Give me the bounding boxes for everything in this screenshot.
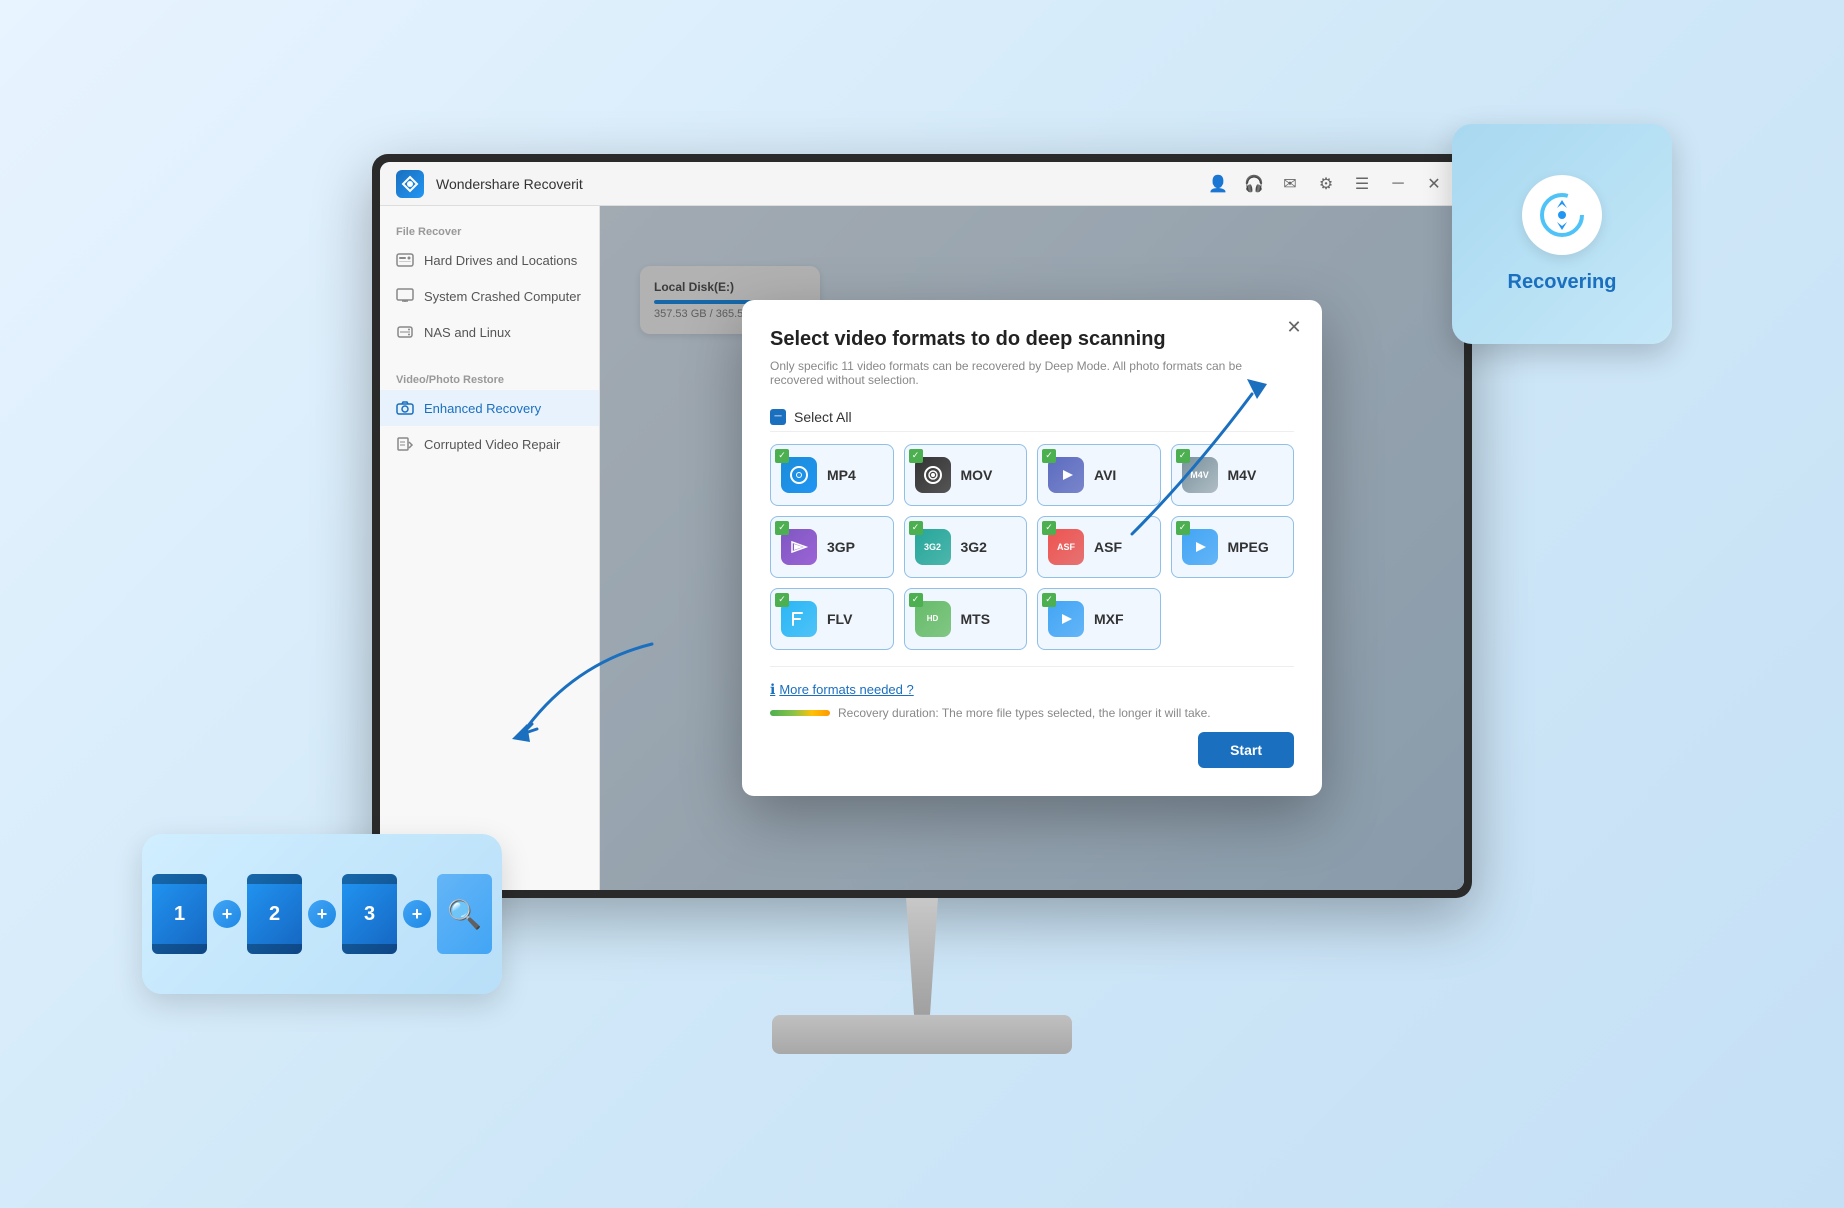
sidebar-item-corrupted-video[interactable]: Corrupted Video Repair bbox=[380, 426, 599, 462]
format-card-mxf[interactable]: ✓ MXF bbox=[1037, 588, 1161, 650]
format-label-3gp: 3GP bbox=[827, 539, 855, 555]
dialog-actions: Start bbox=[770, 732, 1294, 768]
nas-icon bbox=[396, 323, 414, 341]
monitor-stand-neck bbox=[882, 898, 962, 1015]
format-check-avi: ✓ bbox=[1042, 449, 1056, 463]
title-bar-controls: 👤 🎧 ✉ ⚙ ☰ ─ ✕ bbox=[1204, 170, 1448, 198]
format-card-mp4[interactable]: ✓ MP4 bbox=[770, 444, 894, 506]
format-card-m4v[interactable]: ✓ M4V M4V bbox=[1171, 444, 1295, 506]
title-bar: Wondershare Recoverit 👤 🎧 ✉ ⚙ ☰ ─ ✕ bbox=[380, 162, 1464, 206]
duration-bar bbox=[770, 710, 830, 716]
camera-icon bbox=[396, 399, 414, 417]
film-search: 🔍 bbox=[437, 874, 492, 954]
minimize-icon[interactable]: ─ bbox=[1384, 170, 1412, 198]
mail-icon[interactable]: ✉ bbox=[1276, 170, 1304, 198]
app-body: File Recover Hard Drives and Locations bbox=[380, 206, 1464, 890]
main-area: Local Disk(E:) 357.53 GB / 365.51 GB ✕ bbox=[600, 206, 1464, 890]
sidebar-item-enhanced-recovery[interactable]: Enhanced Recovery bbox=[380, 390, 599, 426]
dialog-footer: ℹ More formats needed ? Recovery duratio… bbox=[770, 666, 1294, 768]
format-card-3g2[interactable]: ✓ 3G2 3G2 bbox=[904, 516, 1028, 578]
file-recover-section-label: File Recover bbox=[380, 218, 599, 242]
sidebar: File Recover Hard Drives and Locations bbox=[380, 206, 600, 890]
menu-icon[interactable]: ☰ bbox=[1348, 170, 1376, 198]
select-all-label: Select All bbox=[794, 409, 852, 425]
format-label-asf: ASF bbox=[1094, 539, 1122, 555]
monitor-stand-base bbox=[772, 1015, 1072, 1054]
hdd-icon bbox=[396, 251, 414, 269]
format-check-asf: ✓ bbox=[1042, 521, 1056, 535]
dialog-close-button[interactable]: ✕ bbox=[1280, 314, 1308, 342]
recovering-label: Recovering bbox=[1508, 271, 1617, 294]
close-icon[interactable]: ✕ bbox=[1420, 170, 1448, 198]
film-frame-2: 2 bbox=[247, 874, 302, 954]
sidebar-item-system-crashed[interactable]: System Crashed Computer bbox=[380, 278, 599, 314]
format-label-mxf: MXF bbox=[1094, 611, 1124, 627]
repair-icon bbox=[396, 435, 414, 453]
app-title: Wondershare Recoverit bbox=[436, 176, 1192, 192]
format-card-mts[interactable]: ✓ HD MTS bbox=[904, 588, 1028, 650]
format-label-mts: MTS bbox=[961, 611, 991, 627]
monitor-screen-wrapper: Wondershare Recoverit 👤 🎧 ✉ ⚙ ☰ ─ ✕ File… bbox=[372, 154, 1472, 898]
select-all-row[interactable]: ─ Select All bbox=[770, 403, 1294, 432]
format-check-3gp: ✓ bbox=[775, 521, 789, 535]
video-photo-section-label: Video/Photo Restore bbox=[380, 366, 599, 390]
dialog-subtitle: Only specific 11 video formats can be re… bbox=[770, 359, 1294, 387]
sidebar-item-corrupted-video-label: Corrupted Video Repair bbox=[424, 437, 560, 452]
recovering-icon bbox=[1522, 175, 1602, 255]
sidebar-item-nas[interactable]: NAS and Linux bbox=[380, 314, 599, 350]
dialog-overlay: ✕ Select video formats to do deep scanni… bbox=[600, 206, 1464, 890]
format-check-3g2: ✓ bbox=[909, 521, 923, 535]
format-check-mpeg: ✓ bbox=[1176, 521, 1190, 535]
format-label-flv: FLV bbox=[827, 611, 852, 627]
select-all-checkbox[interactable]: ─ bbox=[770, 409, 786, 425]
app-logo bbox=[396, 170, 424, 198]
recovering-card: Recovering bbox=[1452, 124, 1672, 344]
computer-icon bbox=[396, 287, 414, 305]
format-label-3g2: 3G2 bbox=[961, 539, 987, 555]
more-formats-link[interactable]: ℹ More formats needed ? bbox=[770, 681, 1294, 698]
film-strip-card: 1 + 2 + 3 + 🔍 bbox=[142, 834, 502, 994]
format-label-mov: MOV bbox=[961, 467, 993, 483]
film-plus-1: + bbox=[213, 900, 241, 928]
more-formats-label: More formats needed ? bbox=[779, 682, 913, 697]
format-check-mp4: ✓ bbox=[775, 449, 789, 463]
film-frame-1: 1 bbox=[152, 874, 207, 954]
film-plus-3: + bbox=[403, 900, 431, 928]
start-button[interactable]: Start bbox=[1198, 732, 1294, 768]
film-plus-2: + bbox=[308, 900, 336, 928]
sidebar-item-hard-drives-label: Hard Drives and Locations bbox=[424, 253, 577, 268]
format-check-mxf: ✓ bbox=[1042, 593, 1056, 607]
format-card-3gp[interactable]: ✓ 3GP bbox=[770, 516, 894, 578]
headset-icon[interactable]: 🎧 bbox=[1240, 170, 1268, 198]
sidebar-item-system-crashed-label: System Crashed Computer bbox=[424, 289, 581, 304]
recovery-duration-label: Recovery duration: The more file types s… bbox=[838, 706, 1211, 720]
recovery-duration: Recovery duration: The more file types s… bbox=[770, 706, 1294, 720]
format-label-m4v: M4V bbox=[1228, 467, 1257, 483]
sidebar-item-enhanced-recovery-label: Enhanced Recovery bbox=[424, 401, 541, 416]
film-strip: 1 + 2 + 3 + 🔍 bbox=[152, 874, 492, 954]
format-card-flv[interactable]: ✓ FLV bbox=[770, 588, 894, 650]
user-icon[interactable]: 👤 bbox=[1204, 170, 1232, 198]
format-label-mpeg: MPEG bbox=[1228, 539, 1269, 555]
sidebar-item-nas-label: NAS and Linux bbox=[424, 325, 511, 340]
sidebar-item-hard-drives[interactable]: Hard Drives and Locations bbox=[380, 242, 599, 278]
format-card-avi[interactable]: ✓ AVI bbox=[1037, 444, 1161, 506]
format-check-flv: ✓ bbox=[775, 593, 789, 607]
monitor-screen: Wondershare Recoverit 👤 🎧 ✉ ⚙ ☰ ─ ✕ File… bbox=[380, 162, 1464, 890]
format-card-mpeg[interactable]: ✓ MPEG bbox=[1171, 516, 1295, 578]
dialog-title: Select video formats to do deep scanning bbox=[770, 328, 1294, 351]
video-format-dialog: ✕ Select video formats to do deep scanni… bbox=[742, 300, 1322, 796]
format-label-mp4: MP4 bbox=[827, 467, 856, 483]
format-card-mov[interactable]: ✓ MOV bbox=[904, 444, 1028, 506]
format-check-mov: ✓ bbox=[909, 449, 923, 463]
format-check-m4v: ✓ bbox=[1176, 449, 1190, 463]
format-grid: ✓ MP4 bbox=[770, 444, 1294, 650]
format-check-mts: ✓ bbox=[909, 593, 923, 607]
settings-icon[interactable]: ⚙ bbox=[1312, 170, 1340, 198]
format-label-avi: AVI bbox=[1094, 467, 1116, 483]
film-frame-3: 3 bbox=[342, 874, 397, 954]
format-card-asf[interactable]: ✓ ASF ASF bbox=[1037, 516, 1161, 578]
